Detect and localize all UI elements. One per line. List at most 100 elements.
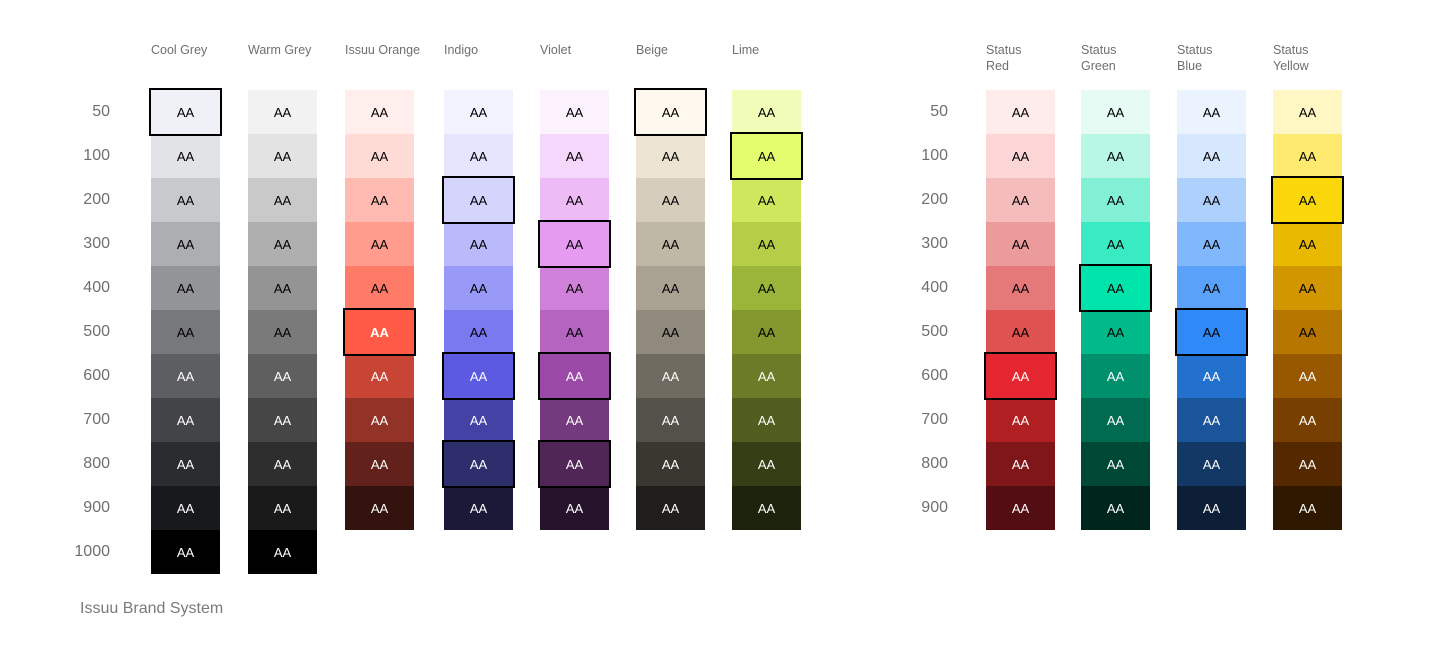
color-swatch[interactable]: AA: [636, 178, 705, 222]
color-swatch[interactable]: AA: [1273, 222, 1342, 266]
color-swatch[interactable]: AA: [732, 442, 801, 486]
color-swatch[interactable]: AA: [540, 134, 609, 178]
color-swatch[interactable]: AA: [1273, 486, 1342, 530]
color-swatch[interactable]: AA: [248, 398, 317, 442]
color-swatch[interactable]: AA: [730, 132, 803, 180]
color-swatch[interactable]: AA: [1177, 134, 1246, 178]
color-swatch[interactable]: AA: [1271, 176, 1344, 224]
color-swatch[interactable]: AA: [442, 352, 515, 400]
color-swatch[interactable]: AA: [248, 134, 317, 178]
color-swatch[interactable]: AA: [151, 310, 220, 354]
color-swatch[interactable]: AA: [442, 176, 515, 224]
color-swatch[interactable]: AA: [984, 352, 1057, 400]
color-swatch[interactable]: AA: [1081, 442, 1150, 486]
color-swatch[interactable]: AA: [248, 90, 317, 134]
color-swatch[interactable]: AA: [1177, 90, 1246, 134]
color-swatch[interactable]: AA: [540, 266, 609, 310]
color-swatch[interactable]: AA: [444, 134, 513, 178]
color-swatch[interactable]: AA: [345, 266, 414, 310]
color-swatch[interactable]: AA: [732, 486, 801, 530]
color-swatch[interactable]: AA: [1081, 354, 1150, 398]
color-swatch[interactable]: AA: [248, 310, 317, 354]
color-swatch[interactable]: AA: [986, 486, 1055, 530]
color-swatch[interactable]: AA: [151, 134, 220, 178]
color-swatch[interactable]: AA: [151, 222, 220, 266]
color-swatch[interactable]: AA: [345, 90, 414, 134]
color-swatch[interactable]: AA: [986, 398, 1055, 442]
color-swatch[interactable]: AA: [248, 442, 317, 486]
color-swatch[interactable]: AA: [636, 354, 705, 398]
color-swatch[interactable]: AA: [444, 398, 513, 442]
color-swatch[interactable]: AA: [248, 266, 317, 310]
color-swatch[interactable]: AA: [732, 222, 801, 266]
color-swatch[interactable]: AA: [636, 442, 705, 486]
color-swatch[interactable]: AA: [345, 222, 414, 266]
color-swatch[interactable]: AA: [149, 88, 222, 136]
color-swatch[interactable]: AA: [248, 354, 317, 398]
color-swatch[interactable]: AA: [636, 398, 705, 442]
color-swatch[interactable]: AA: [1273, 90, 1342, 134]
color-swatch[interactable]: AA: [986, 266, 1055, 310]
color-swatch[interactable]: AA: [151, 354, 220, 398]
color-swatch[interactable]: AA: [248, 530, 317, 574]
color-swatch[interactable]: AA: [636, 266, 705, 310]
color-swatch[interactable]: AA: [986, 90, 1055, 134]
color-swatch[interactable]: AA: [1273, 398, 1342, 442]
color-swatch[interactable]: AA: [1177, 354, 1246, 398]
color-swatch[interactable]: AA: [1177, 222, 1246, 266]
color-swatch[interactable]: AA: [986, 178, 1055, 222]
color-swatch[interactable]: AA: [151, 398, 220, 442]
color-swatch[interactable]: AA: [444, 486, 513, 530]
color-swatch[interactable]: AA: [1273, 134, 1342, 178]
color-swatch[interactable]: AA: [986, 134, 1055, 178]
color-swatch[interactable]: AA: [540, 310, 609, 354]
color-swatch[interactable]: AA: [732, 354, 801, 398]
color-swatch[interactable]: AA: [444, 222, 513, 266]
color-swatch[interactable]: AA: [345, 354, 414, 398]
color-swatch[interactable]: AA: [732, 398, 801, 442]
color-swatch[interactable]: AA: [248, 486, 317, 530]
color-swatch[interactable]: AA: [151, 486, 220, 530]
color-swatch[interactable]: AA: [538, 220, 611, 268]
color-swatch[interactable]: AA: [540, 486, 609, 530]
color-swatch[interactable]: AA: [1081, 486, 1150, 530]
color-swatch[interactable]: AA: [540, 90, 609, 134]
color-swatch[interactable]: AA: [1273, 310, 1342, 354]
color-swatch[interactable]: AA: [1273, 266, 1342, 310]
color-swatch[interactable]: AA: [442, 440, 515, 488]
color-swatch[interactable]: AA: [732, 266, 801, 310]
color-swatch[interactable]: AA: [248, 222, 317, 266]
color-swatch[interactable]: AA: [1081, 222, 1150, 266]
color-swatch[interactable]: AA: [1177, 486, 1246, 530]
color-swatch[interactable]: AA: [343, 308, 416, 356]
color-swatch[interactable]: AA: [1273, 354, 1342, 398]
color-swatch[interactable]: AA: [444, 310, 513, 354]
color-swatch[interactable]: AA: [636, 310, 705, 354]
color-swatch[interactable]: AA: [151, 442, 220, 486]
color-swatch[interactable]: AA: [636, 134, 705, 178]
color-swatch[interactable]: AA: [540, 178, 609, 222]
color-swatch[interactable]: AA: [538, 352, 611, 400]
color-swatch[interactable]: AA: [986, 442, 1055, 486]
color-swatch[interactable]: AA: [1177, 178, 1246, 222]
color-swatch[interactable]: AA: [986, 222, 1055, 266]
color-swatch[interactable]: AA: [151, 266, 220, 310]
color-swatch[interactable]: AA: [345, 134, 414, 178]
color-swatch[interactable]: AA: [1081, 178, 1150, 222]
color-swatch[interactable]: AA: [636, 222, 705, 266]
color-swatch[interactable]: AA: [636, 486, 705, 530]
color-swatch[interactable]: AA: [986, 310, 1055, 354]
color-swatch[interactable]: AA: [345, 398, 414, 442]
color-swatch[interactable]: AA: [1081, 310, 1150, 354]
color-swatch[interactable]: AA: [345, 442, 414, 486]
color-swatch[interactable]: AA: [151, 178, 220, 222]
color-swatch[interactable]: AA: [1081, 398, 1150, 442]
color-swatch[interactable]: AA: [634, 88, 707, 136]
color-swatch[interactable]: AA: [1177, 442, 1246, 486]
color-swatch[interactable]: AA: [248, 178, 317, 222]
color-swatch[interactable]: AA: [732, 90, 801, 134]
color-swatch[interactable]: AA: [345, 486, 414, 530]
color-swatch[interactable]: AA: [1081, 90, 1150, 134]
color-swatch[interactable]: AA: [1081, 134, 1150, 178]
color-swatch[interactable]: AA: [1079, 264, 1152, 312]
